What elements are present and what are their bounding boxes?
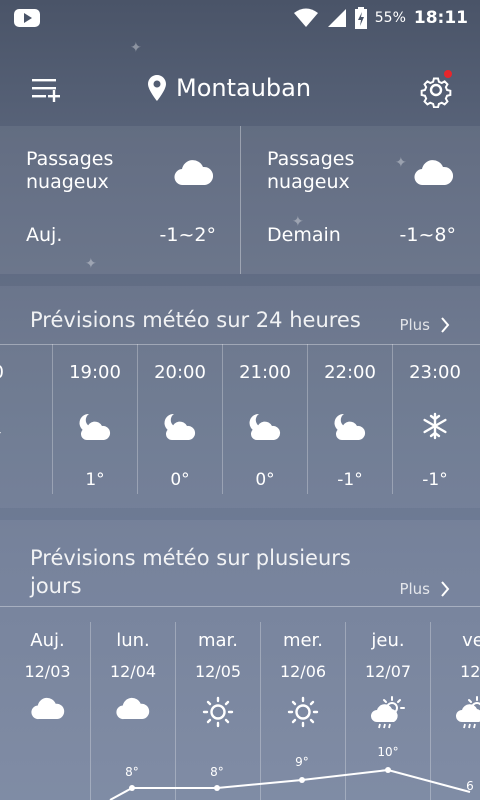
tomorrow-condition: Passages nuageux — [267, 148, 355, 193]
hour-time: 21:00 — [239, 362, 291, 383]
chevron-right-icon — [441, 581, 450, 597]
high-temp-trend: 8° 8° 9° 10° 6 — [109, 745, 474, 800]
hour-time: 19:00 — [69, 362, 121, 383]
hour-time: 23:00 — [409, 362, 461, 383]
moon-icon — [0, 432, 1, 433]
notification-dot — [444, 70, 452, 78]
trend-point — [299, 777, 305, 783]
tomorrow-card[interactable]: Passages nuageux Demain -1~8° — [240, 126, 480, 274]
forecast-24h-more-link[interactable]: Plus — [399, 316, 450, 334]
hour-item: 22:00 -1° — [307, 344, 392, 494]
chevron-right-icon — [441, 317, 450, 333]
hourly-forecast-list[interactable]: :00 1° 19:00 1° 20:00 0° 21:00 0° 22:00 … — [0, 344, 480, 508]
trend-label: 10° — [377, 745, 398, 759]
hour-temp: 1° — [0, 470, 32, 490]
forecast-days-title: Prévisions météo sur plusieurs jours — [30, 544, 351, 600]
add-city-menu-icon[interactable] — [30, 74, 62, 106]
moon-cloud-icon — [79, 413, 111, 440]
status-bar: 55% 18:11 — [0, 0, 480, 36]
today-condition: Passages nuageux — [26, 148, 114, 193]
youtube-notification-icon — [14, 9, 40, 27]
battery-percent: 55% — [374, 10, 406, 26]
trend-label: 8° — [210, 765, 224, 779]
wifi-icon — [293, 8, 318, 27]
today-tomorrow-panel: Passages nuageux Auj. -1~2° Passages nua… — [0, 126, 480, 274]
hour-time: 22:00 — [324, 362, 376, 383]
location-name: Montauban — [176, 74, 312, 102]
location-selector[interactable]: Montauban — [148, 74, 311, 102]
snowflake-icon — [423, 412, 447, 440]
header: Montauban — [0, 60, 480, 120]
tomorrow-label: Demain — [267, 224, 341, 246]
moon-cloud-icon — [334, 413, 366, 440]
trend-point — [129, 785, 135, 791]
hour-temp: 0° — [255, 470, 275, 490]
signal-icon — [327, 9, 346, 27]
today-temp-range: -1~2° — [159, 224, 216, 246]
moon-cloud-icon — [249, 413, 281, 440]
hour-temp: -1° — [422, 470, 448, 490]
forecast-days-title-line2: jours — [30, 574, 82, 598]
hour-item: :00 1° — [0, 344, 32, 494]
forecast-days-section: Prévisions météo sur plusieurs jours Plu… — [0, 520, 480, 800]
clock-time: 18:11 — [413, 8, 468, 28]
trend-point — [385, 767, 391, 773]
today-label: Auj. — [26, 224, 63, 246]
more-label: Plus — [399, 580, 430, 598]
trend-label: 8° — [125, 765, 139, 779]
trend-label: 9° — [295, 755, 309, 769]
forecast-24h-title: Prévisions météo sur 24 heures — [30, 308, 361, 332]
trend-label: 6 — [466, 779, 474, 793]
hour-item: 23:00 -1° — [392, 344, 477, 494]
decor-star: ✦ — [130, 40, 142, 56]
tomorrow-temp-range: -1~8° — [399, 224, 456, 246]
forecast-days-more-link[interactable]: Plus — [399, 580, 450, 598]
today-card[interactable]: Passages nuageux Auj. -1~2° — [0, 126, 240, 274]
divider — [0, 606, 480, 607]
moon-cloud-icon — [164, 413, 196, 440]
hour-item: 20:00 0° — [137, 344, 222, 494]
hour-item: 19:00 1° — [52, 344, 137, 494]
location-pin-icon — [148, 75, 166, 101]
hour-temp: -1° — [337, 470, 363, 490]
battery-icon — [354, 7, 367, 29]
forecast-24h-section: Prévisions météo sur 24 heures Plus :00 … — [0, 286, 480, 508]
forecast-days-title-line1: Prévisions météo sur plusieurs — [30, 546, 351, 570]
hour-item: 21:00 0° — [222, 344, 307, 494]
hour-temp: 0° — [170, 470, 190, 490]
cloud-icon — [414, 160, 454, 186]
more-label: Plus — [399, 316, 430, 334]
cloud-icon — [174, 160, 214, 186]
daily-forecast-list[interactable]: Auj. 12/03 lun. 12/04 mar. 12/05 mer. 12… — [0, 622, 480, 800]
high-temp-line — [109, 768, 471, 800]
hour-temp: 1° — [85, 470, 105, 490]
hour-time: 20:00 — [154, 362, 206, 383]
hour-time: :00 — [0, 362, 32, 383]
trend-point — [214, 785, 220, 791]
